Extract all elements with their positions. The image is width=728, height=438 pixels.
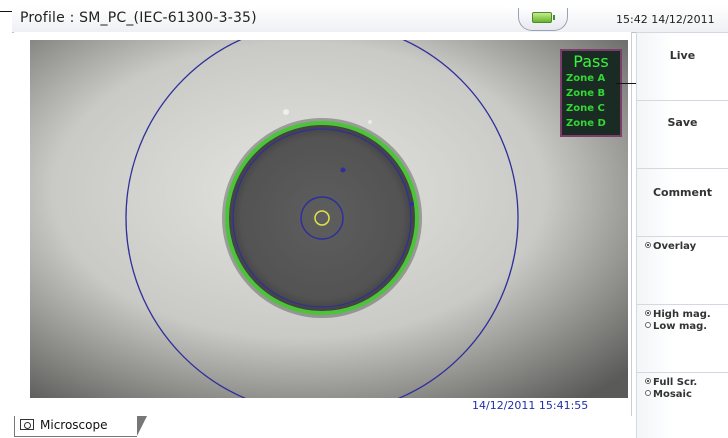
battery-icon xyxy=(532,12,555,23)
magnification-panel: High mag. Low mag. xyxy=(636,304,728,372)
tab-bar: Microscope xyxy=(14,416,634,438)
overlay-panel: Overlay xyxy=(636,236,728,304)
clock: 15:42 14/12/2011 xyxy=(616,13,715,26)
action-sidebar: Live Save Comment Overlay High mag. Low … xyxy=(636,32,728,438)
radio-off-icon xyxy=(645,390,651,396)
zone-result: Zone A xyxy=(566,73,606,84)
fiber-end-face-image xyxy=(30,40,628,398)
tab-microscope-face: Microscope xyxy=(15,416,139,435)
defect-marker xyxy=(340,167,346,173)
pass-status: Pass xyxy=(573,52,609,71)
radio-on-icon xyxy=(645,242,651,248)
contamination-spot xyxy=(283,109,289,115)
camera-icon xyxy=(20,419,34,430)
fiber-inspection-app: Profile : SM_PC_(IEC-61300-3-35) 15:42 1… xyxy=(0,0,728,438)
zone-result: Zone B xyxy=(566,88,606,99)
full-screen-option[interactable]: Full Scr. xyxy=(645,377,697,388)
microscope-view: Pass Zone A Zone B Zone C Zone D 14/12/2… xyxy=(14,32,632,416)
comment-button-label: Comment xyxy=(652,186,713,199)
tab-label: Microscope xyxy=(40,418,108,432)
tab-microscope[interactable]: Microscope xyxy=(14,416,147,437)
live-button[interactable]: Live xyxy=(636,32,728,100)
radio-on-icon xyxy=(645,378,651,384)
mosaic-label: Mosaic xyxy=(653,389,692,400)
high-mag-option[interactable]: High mag. xyxy=(645,309,711,320)
mosaic-option[interactable]: Mosaic xyxy=(645,389,692,400)
low-mag-label: Low mag. xyxy=(653,321,708,332)
view-mode-panel: Full Scr. Mosaic xyxy=(636,372,728,438)
radio-off-icon xyxy=(645,322,651,328)
contamination-spot xyxy=(368,120,372,124)
save-button[interactable]: Save xyxy=(636,100,728,168)
comment-button[interactable]: Comment xyxy=(636,168,728,236)
battery-indicator xyxy=(518,8,568,31)
overlay-label: Overlay xyxy=(653,241,697,252)
defect-marker xyxy=(410,202,414,206)
overlay-toggle[interactable]: Overlay xyxy=(645,241,696,252)
full-screen-label: Full Scr. xyxy=(653,377,698,388)
radio-on-icon xyxy=(645,310,651,316)
save-button-label: Save xyxy=(667,116,698,129)
pass-result-panel: Pass Zone A Zone B Zone C Zone D xyxy=(560,49,622,137)
zone-result: Zone D xyxy=(566,118,606,129)
live-button-label: Live xyxy=(669,49,696,62)
cladding-boundary xyxy=(225,121,419,315)
low-mag-option[interactable]: Low mag. xyxy=(645,321,707,332)
capture-timestamp: 14/12/2011 15:41:55 xyxy=(472,399,589,412)
profile-title: Profile : SM_PC_(IEC-61300-3-35) xyxy=(20,10,257,26)
zone-result: Zone C xyxy=(566,103,605,114)
fiber-image: Pass Zone A Zone B Zone C Zone D xyxy=(30,40,628,398)
high-mag-label: High mag. xyxy=(653,309,711,320)
